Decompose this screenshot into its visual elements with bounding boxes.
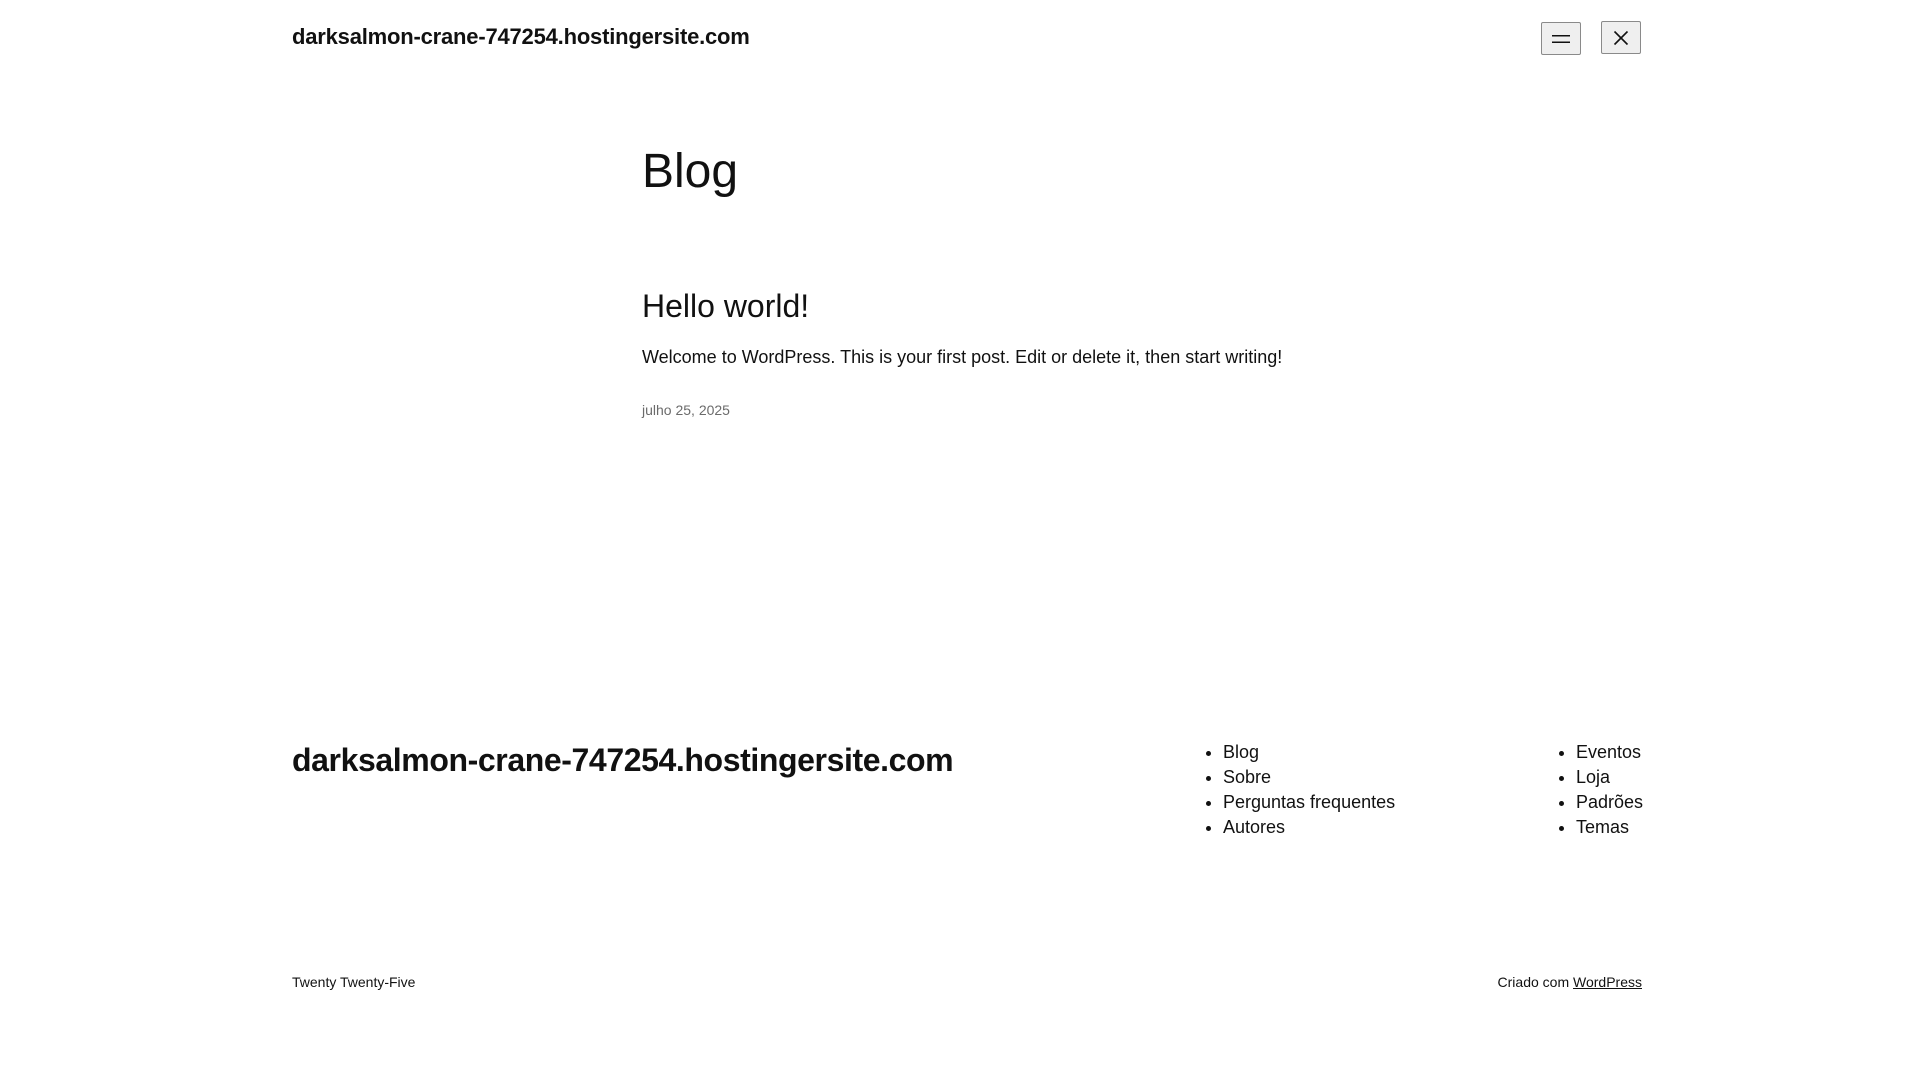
footer-nav-secondary: Eventos Loja Padrões Temas (1556, 740, 1643, 840)
list-item: Autores (1223, 815, 1395, 840)
footer-credit: Criado com WordPress (1498, 972, 1642, 992)
page-title: Blog (642, 145, 739, 198)
post-title-link[interactable]: Hello world! (642, 286, 809, 326)
list-item: Eventos (1576, 740, 1643, 765)
page: darksalmon-crane-747254.hostingersite.co… (0, 0, 1920, 1080)
list-item: Temas (1576, 815, 1643, 840)
footer-theme-name: Twenty Twenty-Five (292, 974, 416, 990)
footer-site-title-link[interactable]: darksalmon-crane-747254.hostingersite.co… (292, 738, 954, 782)
open-menu-button[interactable] (1541, 22, 1581, 55)
footer-nav-link-perguntas-frequentes[interactable]: Perguntas frequentes (1223, 792, 1395, 812)
footer-nav-link-padroes[interactable]: Padrões (1576, 792, 1643, 812)
footer-nav-link-sobre[interactable]: Sobre (1223, 767, 1271, 787)
footer-credit-prefix: Criado com (1497, 974, 1570, 990)
list-item: Padrões (1576, 790, 1643, 815)
list-item: Blog (1223, 740, 1395, 765)
list-item: Sobre (1223, 765, 1395, 790)
post-date: julho 25, 2025 (642, 402, 730, 418)
footer-nav-link-temas[interactable]: Temas (1576, 817, 1629, 837)
post-excerpt: Welcome to WordPress. This is your first… (642, 347, 1283, 367)
close-menu-button[interactable] (1601, 21, 1641, 54)
footer-nav-primary: Blog Sobre Perguntas frequentes Autores (1203, 740, 1395, 840)
hamburger-menu-icon (1552, 34, 1570, 43)
wordpress-link[interactable]: WordPress (1573, 974, 1642, 990)
footer-nav-link-autores[interactable]: Autores (1223, 817, 1285, 837)
close-icon (1613, 30, 1629, 45)
footer-nav-link-eventos[interactable]: Eventos (1576, 742, 1641, 762)
list-item: Loja (1576, 765, 1643, 790)
site-title-link[interactable]: darksalmon-crane-747254.hostingersite.co… (292, 22, 750, 52)
footer-nav-link-loja[interactable]: Loja (1576, 767, 1610, 787)
footer-nav-link-blog[interactable]: Blog (1223, 742, 1259, 762)
list-item: Perguntas frequentes (1223, 790, 1395, 815)
